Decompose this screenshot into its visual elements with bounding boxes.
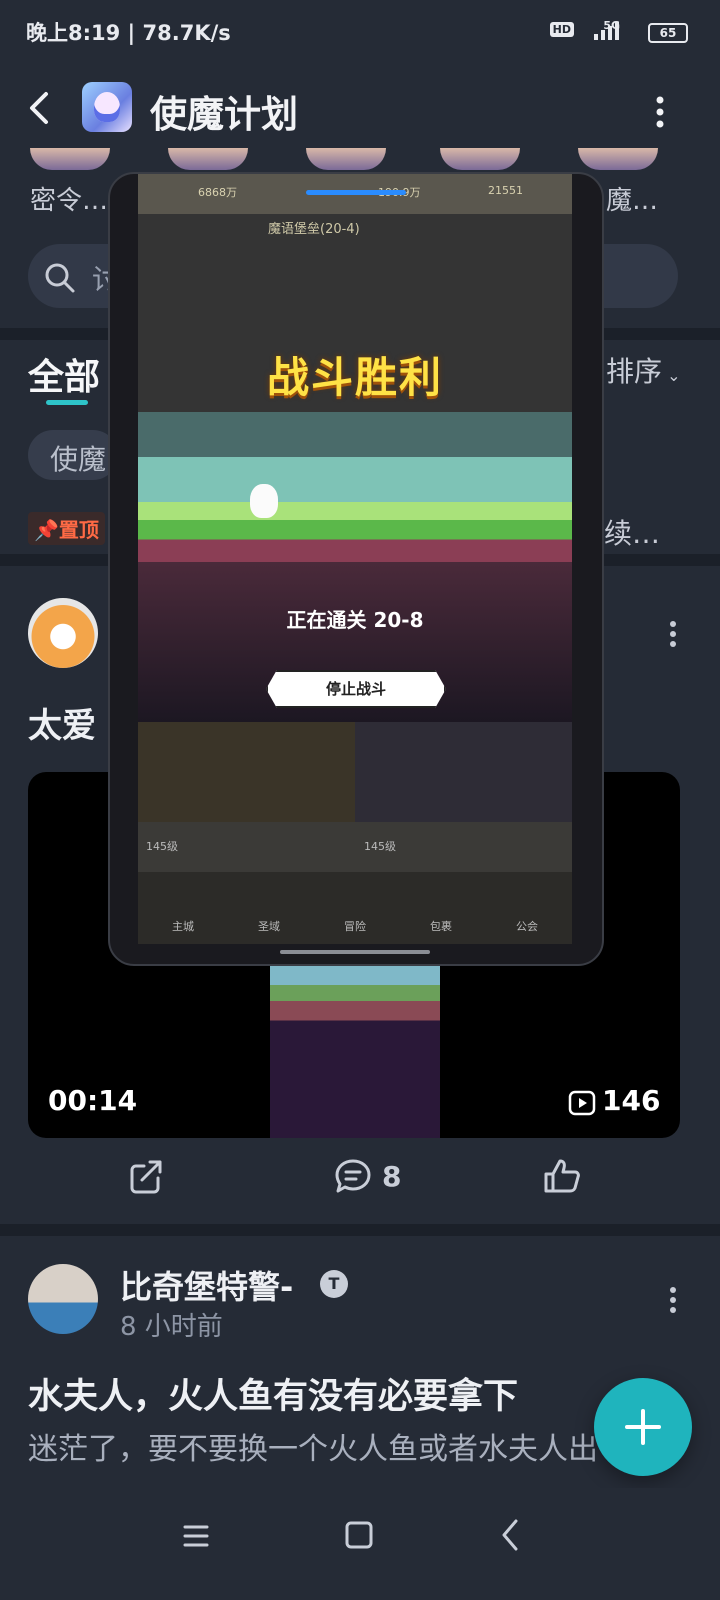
post-more-icon[interactable] xyxy=(666,620,680,648)
video-duration: 00:14 xyxy=(48,1084,138,1117)
home-icon[interactable] xyxy=(344,1520,374,1550)
level-label: 145级 xyxy=(146,840,178,853)
system-nav-bar xyxy=(0,1488,720,1600)
pinned-post-title[interactable]: 续… xyxy=(604,512,660,552)
rabbit-character xyxy=(250,484,278,518)
game-nav-item[interactable]: 主城 xyxy=(172,918,194,934)
game-nav-item[interactable]: 冒险 xyxy=(344,918,366,934)
status-bar: 晚上8:19 | 78.7K/s HD 5G 65 xyxy=(0,0,720,62)
game-view[interactable]: 6868万 190.9万 21551 魔语堡垒(20-4) 战斗胜利 正在通关 … xyxy=(138,174,572,944)
divider xyxy=(0,1224,720,1236)
game-stage-label: 魔语堡垒(20-4) xyxy=(268,222,360,237)
back-icon[interactable] xyxy=(500,1518,520,1552)
avatar[interactable] xyxy=(28,1264,98,1334)
plus-icon xyxy=(625,1409,661,1445)
hd-icon: HD xyxy=(549,22,574,37)
more-vertical-icon[interactable] xyxy=(650,92,670,132)
post-time: 8 小时前 xyxy=(120,1312,223,1342)
user-badge: T xyxy=(320,1270,348,1298)
battery-icon: 65 xyxy=(648,23,688,43)
victory-banner: 战斗胜利 xyxy=(266,353,443,402)
status-time: 晚上8:19 | 78.7K/s xyxy=(26,21,231,45)
game-stat: 6868万 xyxy=(198,186,237,199)
filter-chip-label: 使魔 xyxy=(50,443,107,476)
game-nav: 主城 圣域 冒险 包裹 公会 xyxy=(138,872,572,944)
progress-text: 正在通关 20-8 xyxy=(286,608,424,632)
window-resize-bar[interactable] xyxy=(280,950,430,954)
game-nav-item[interactable]: 公会 xyxy=(516,918,538,934)
game-bottom-panel: 145级 145级 主城 圣域 冒险 包裹 公会 xyxy=(138,722,572,944)
sort-button[interactable]: 排序 ⌄ xyxy=(606,350,681,390)
subforum-label[interactable]: 密令… xyxy=(30,180,108,217)
comment-count: 8 xyxy=(382,1160,402,1193)
search-icon xyxy=(45,263,75,293)
pin-icon: 📌 xyxy=(34,518,59,542)
app-logo xyxy=(82,82,132,132)
subforum-label[interactable]: 魔… xyxy=(606,180,658,217)
post-more-icon[interactable] xyxy=(666,1286,680,1314)
signal-icon xyxy=(594,22,619,40)
author-name[interactable]: 比奇堡特警- xyxy=(120,1262,293,1308)
game-nav-item[interactable]: 包裹 xyxy=(430,918,452,934)
battle-scene xyxy=(138,412,572,562)
video-play-count: 146 xyxy=(602,1084,661,1117)
page-title: 使魔计划 xyxy=(150,93,298,136)
comment-icon[interactable] xyxy=(334,1158,372,1194)
post-title[interactable]: 太爱 xyxy=(28,698,96,747)
tab-all[interactable]: 全部 xyxy=(28,348,100,400)
level-label: 145级 xyxy=(364,840,396,853)
new-post-button[interactable] xyxy=(594,1378,692,1476)
post-body[interactable]: 迷茫了，要不要换一个火人鱼或者水夫人出 xyxy=(28,1426,688,1488)
floating-window[interactable]: 6868万 190.9万 21551 魔语堡垒(20-4) 战斗胜利 正在通关 … xyxy=(108,172,604,966)
post-title[interactable]: 水夫人，火人鱼有没有必要拿下 xyxy=(28,1368,518,1419)
recents-menu-icon[interactable] xyxy=(182,1522,210,1550)
avatar[interactable] xyxy=(28,598,98,668)
thumbs-up-icon[interactable] xyxy=(542,1158,582,1194)
video-thumbnail xyxy=(270,942,440,1138)
game-stat: 21551 xyxy=(488,184,523,197)
app-header: 使魔计划 xyxy=(0,62,720,158)
game-tiles xyxy=(138,722,572,822)
game-nav-item[interactable]: 圣域 xyxy=(258,918,280,934)
window-drag-handle[interactable] xyxy=(306,190,406,195)
play-count-icon xyxy=(568,1090,596,1116)
share-icon[interactable] xyxy=(128,1158,164,1194)
pinned-badge: 📌置顶 xyxy=(28,512,105,545)
back-arrow-icon[interactable] xyxy=(20,88,60,128)
stop-battle-button[interactable]: 停止战斗 xyxy=(266,670,446,708)
tab-indicator xyxy=(46,400,88,405)
